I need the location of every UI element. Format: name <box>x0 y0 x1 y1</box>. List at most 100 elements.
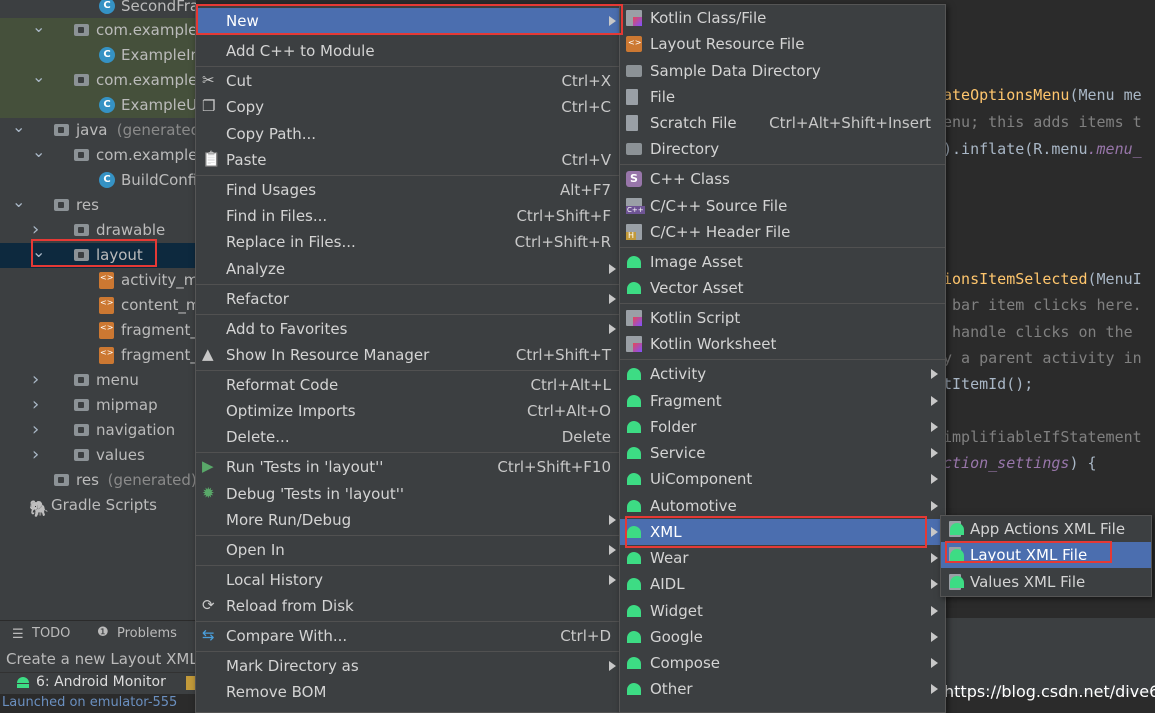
submenu-arrow-icon <box>931 579 938 589</box>
menu-item-aidl[interactable]: AIDL <box>620 571 945 597</box>
menu-item-vector-asset[interactable]: Vector Asset <box>620 275 945 301</box>
menu-item-label: Delete... <box>226 428 290 446</box>
menu-item-remove-bom[interactable]: Remove BOM <box>196 679 621 705</box>
menu-item-show-in-resource-manager[interactable]: ▲ Show In Resource Manager Ctrl+Shift+T <box>196 342 621 368</box>
chevron-down-icon[interactable]: ⌄ <box>32 68 45 89</box>
menu-item-run-tests-in-layout[interactable]: ▶ Run 'Tests in 'layout'' Ctrl+Shift+F10 <box>196 454 621 480</box>
menu-item-copy[interactable]: ❐ Copy Ctrl+C <box>196 94 621 120</box>
menu-item-optimize-imports[interactable]: Optimize Imports Ctrl+Alt+O <box>196 398 621 424</box>
menu-item-delete[interactable]: Delete... Delete <box>196 424 621 450</box>
menu-item-folder[interactable]: Folder <box>620 414 945 440</box>
menu-item-c-class[interactable]: S C++ Class <box>620 166 945 192</box>
menu-item-reload-from-disk[interactable]: ⟳ Reload from Disk <box>196 593 621 619</box>
menu-item-image-asset[interactable]: Image Asset <box>620 249 945 275</box>
chevron-down-icon[interactable]: ⌄ <box>12 193 25 214</box>
menu-item-open-in[interactable]: Open In <box>196 537 621 563</box>
tree-row[interactable]: fragment_ <box>0 318 196 343</box>
menu-item-find-usages[interactable]: Find Usages Alt+F7 <box>196 177 621 203</box>
folder-icon <box>74 374 89 386</box>
chevron-down-icon[interactable]: ⌄ <box>32 143 45 164</box>
menu-item-more-run-debug[interactable]: More Run/Debug <box>196 507 621 533</box>
code-token: ateOptionsMenu <box>943 86 1070 104</box>
menu-item-c-c-source-file[interactable]: C/C++ Source File <box>620 193 945 219</box>
tree-row[interactable]: › menu <box>0 368 196 393</box>
menu-item-wear[interactable]: Wear <box>620 545 945 571</box>
menu-item-debug-tests-in-layout[interactable]: ✹ Debug 'Tests in 'layout'' <box>196 481 621 507</box>
menu-item-values-xml-file[interactable]: Values XML File <box>941 569 1151 595</box>
tree-row[interactable]: C BuildConfi <box>0 168 196 193</box>
code-token: ) { <box>1069 454 1097 472</box>
todo-tab[interactable]: TODO <box>32 626 70 641</box>
menu-item-analyze[interactable]: Analyze <box>196 256 621 282</box>
tree-item-label: content_m <box>121 296 196 314</box>
menu-item-label: Sample Data Directory <box>650 62 821 80</box>
tree-row[interactable]: fragment_ <box>0 343 196 368</box>
tree-row[interactable]: › mipmap <box>0 393 196 418</box>
menu-item-other[interactable]: Other <box>620 676 945 702</box>
chevron-right-icon[interactable]: › <box>32 443 39 467</box>
menu-item-label: Add to Favorites <box>226 320 348 338</box>
menu-item-google[interactable]: Google <box>620 624 945 650</box>
reload-icon: ⟳ <box>202 596 215 614</box>
tree-row[interactable]: ⌄ com.example <box>0 68 196 93</box>
menu-item-directory[interactable]: Directory <box>620 136 945 162</box>
chevron-down-icon[interactable]: ⌄ <box>32 18 45 39</box>
menu-item-copy-path[interactable]: Copy Path... <box>196 121 621 147</box>
menu-item-local-history[interactable]: Local History <box>196 567 621 593</box>
menu-item-refactor[interactable]: Refactor <box>196 286 621 312</box>
menu-item-cut[interactable]: ✂ Cut Ctrl+X <box>196 68 621 94</box>
tree-row[interactable]: ⌄ com.example <box>0 143 196 168</box>
menu-item-compose[interactable]: Compose <box>620 650 945 676</box>
layout-resource-icon <box>626 36 642 52</box>
tree-row[interactable]: ⌄ com.example <box>0 18 196 43</box>
menu-item-label: Reload from Disk <box>226 597 354 615</box>
tree-row[interactable]: C ExampleU <box>0 93 196 118</box>
tree-row[interactable]: ⌄ java (generated) <box>0 118 196 143</box>
menu-item-fragment[interactable]: Fragment <box>620 388 945 414</box>
problems-tab[interactable]: Problems <box>117 626 177 641</box>
menu-item-mark-directory-as[interactable]: Mark Directory as <box>196 653 621 679</box>
tree-row[interactable]: res (generated) <box>0 468 196 493</box>
menu-item-compare-with[interactable]: ⇆ Compare With... Ctrl+D <box>196 623 621 649</box>
menu-item-uicomponent[interactable]: UiComponent <box>620 466 945 492</box>
menu-item-find-in-files[interactable]: Find in Files... Ctrl+Shift+F <box>196 203 621 229</box>
folder-icon <box>74 449 89 461</box>
menu-item-c-c-header-file[interactable]: C/C++ Header File <box>620 219 945 245</box>
shortcut-label: Ctrl+D <box>560 627 611 645</box>
menu-item-label: Fragment <box>650 392 722 410</box>
tree-row[interactable]: › values <box>0 443 196 468</box>
menu-item-paste[interactable]: 📋 Paste Ctrl+V <box>196 147 621 173</box>
menu-item-kotlin-script[interactable]: Kotlin Script <box>620 305 945 331</box>
menu-item-kotlin-class-file[interactable]: Kotlin Class/File <box>620 5 945 31</box>
menu-item-app-actions-xml-file[interactable]: App Actions XML File <box>941 516 1151 542</box>
menu-separator <box>620 359 945 360</box>
android-icon <box>626 550 642 566</box>
tree-row[interactable]: ›🐘Gradle Scripts <box>0 493 196 518</box>
chevron-down-icon[interactable]: ⌄ <box>12 118 25 139</box>
menu-item-sample-data-directory[interactable]: Sample Data Directory <box>620 58 945 84</box>
tree-row[interactable]: C SecondFragment <box>0 0 196 19</box>
tree-row[interactable]: content_m <box>0 293 196 318</box>
tree-row[interactable]: C ExampleIn <box>0 43 196 68</box>
menu-item-widget[interactable]: Widget <box>620 598 945 624</box>
menu-item-add-to-favorites[interactable]: Add to Favorites <box>196 316 621 342</box>
menu-item-file[interactable]: File <box>620 84 945 110</box>
file-icon <box>626 89 638 105</box>
chevron-right-icon[interactable]: › <box>32 368 39 392</box>
menu-item-add-c-to-module[interactable]: Add C++ to Module <box>196 38 621 64</box>
menu-item-reformat-code[interactable]: Reformat Code Ctrl+Alt+L <box>196 372 621 398</box>
menu-item-layout-resource-file[interactable]: Layout Resource File <box>620 31 945 57</box>
menu-item-scratch-file[interactable]: Scratch File Ctrl+Alt+Shift+Insert <box>620 110 945 136</box>
tree-item-label: SecondFragment <box>121 0 196 15</box>
android-monitor-tab[interactable]: 6: Android Monitor <box>36 674 166 690</box>
chevron-right-icon[interactable]: › <box>32 393 39 417</box>
tree-row[interactable]: ⌄ res <box>0 193 196 218</box>
class-icon: C <box>99 97 115 113</box>
menu-item-replace-in-files[interactable]: Replace in Files... Ctrl+Shift+R <box>196 229 621 255</box>
tree-row[interactable]: › navigation <box>0 418 196 443</box>
menu-item-kotlin-worksheet[interactable]: Kotlin Worksheet <box>620 331 945 357</box>
tree-row[interactable]: activity_m <box>0 268 196 293</box>
menu-item-activity[interactable]: Activity <box>620 361 945 387</box>
menu-item-service[interactable]: Service <box>620 440 945 466</box>
chevron-right-icon[interactable]: › <box>32 418 39 442</box>
